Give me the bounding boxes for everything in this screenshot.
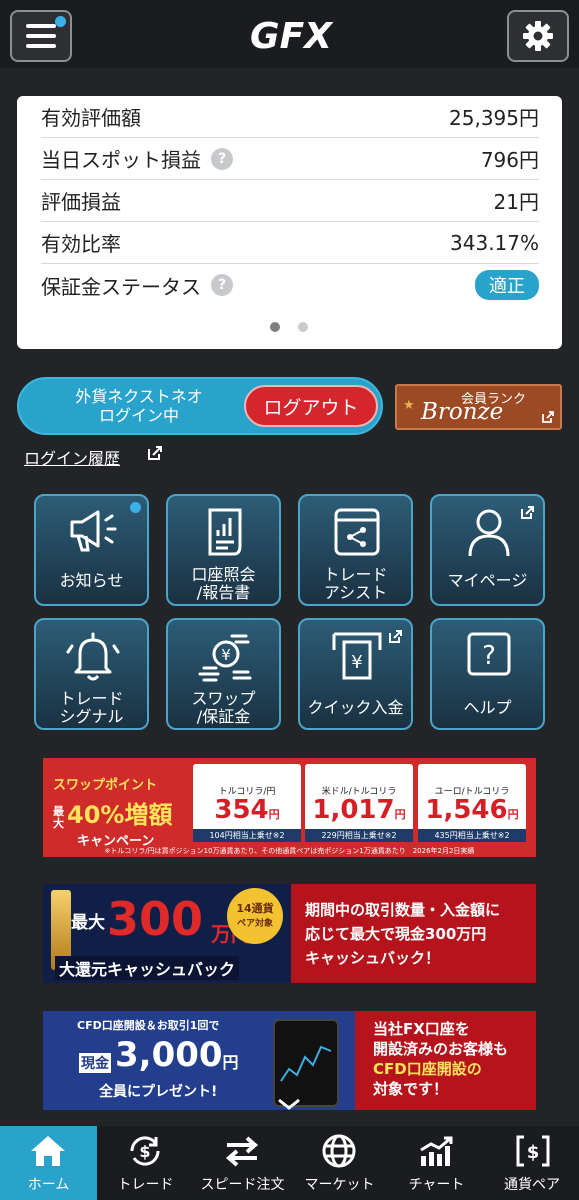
app-header: GFX (0, 0, 579, 68)
summary-label: 保証金ステータス (41, 274, 201, 299)
external-link-icon (389, 630, 402, 643)
tile-help[interactable]: ? ヘルプ (430, 618, 545, 730)
tab-speed-order[interactable]: スピード注文 (194, 1126, 291, 1200)
tab-market[interactable]: マーケット (291, 1126, 388, 1200)
tab-currency-pair[interactable]: $ 通貨ペア (485, 1126, 579, 1200)
tab-chart[interactable]: チャート (388, 1126, 485, 1200)
tile-news[interactable]: お知らせ (34, 494, 149, 606)
account-summary-card[interactable]: 有効評価額 25,395円 当日スポット損益? 796円 評価損益 21円 有効… (17, 96, 562, 349)
dollar-cycle-icon: $ (130, 1136, 160, 1166)
user-icon (468, 509, 510, 557)
bell-icon (66, 632, 120, 681)
summary-value: 25,395円 (449, 106, 539, 130)
star-icon: ★ (403, 398, 415, 413)
notification-dot (130, 502, 141, 513)
share-window-icon (334, 508, 380, 556)
summary-row-equity: 有効評価額 25,395円 (41, 96, 539, 138)
home-icon (31, 1136, 65, 1166)
page-indicator[interactable] (298, 322, 308, 332)
external-link-icon (521, 506, 534, 519)
swap-arrows-icon (225, 1136, 259, 1167)
summary-row-margin-ratio: 有効比率 343.17% (41, 222, 539, 264)
menu-button[interactable] (10, 10, 72, 62)
document-chart-icon (208, 508, 242, 556)
swap-box-eurtry: ユーロ/トルコリラ 1,546円 435円相当上乗せ※2 (418, 764, 526, 842)
summary-label: 有効評価額 (41, 106, 141, 130)
tab-home[interactable]: ホーム (0, 1126, 97, 1200)
swap-campaign-banner[interactable]: スワップポイント 最大 40%増額 キャンペーン トルコリラ/円 354円 10… (43, 758, 536, 857)
tile-swap-margin[interactable]: ¥ スワップ /保証金 (166, 618, 281, 730)
help-icon[interactable]: ? (211, 147, 233, 170)
menu-icon (26, 24, 56, 48)
settings-button[interactable] (507, 10, 569, 62)
cashback-banner[interactable]: 最大 300 万円 大還元キャッシュバック 14通貨 ペア対象 期間中の取引数量・… (43, 884, 536, 983)
banner-note: ※トルコリラ/円は買ポジション10万通貨あたり、その他通貨ペアは売ポジション1万… (104, 847, 475, 855)
summary-row-unrealized-pl: 評価損益 21円 (41, 180, 539, 222)
login-status-text: 外貨ネクストネオ ログイン中 (75, 387, 203, 425)
summary-value: 796円 (480, 148, 539, 172)
currency-bracket-icon: $ (516, 1135, 550, 1167)
bottom-tab-bar: ホーム $ トレード スピード注文 マーケット チャート $ 通貨ペア (0, 1126, 579, 1200)
summary-label: 評価損益 (41, 190, 121, 214)
tab-trade[interactable]: $ トレード (97, 1126, 194, 1200)
tile-trade-assist[interactable]: トレード アシスト (298, 494, 413, 606)
globe-icon (322, 1134, 356, 1168)
help-icon[interactable]: ? (211, 274, 233, 296)
summary-label: 当日スポット損益 (41, 148, 201, 172)
yen-coins-icon: ¥ (198, 634, 252, 682)
cfd-account-banner[interactable]: CFD口座開設＆お取引1回で 現金 3,000 円 全員にプレゼント! 当社FX… (43, 1011, 536, 1110)
login-history-link[interactable]: ログイン履歴 (24, 445, 120, 469)
svg-text:¥: ¥ (351, 652, 362, 673)
notification-dot (55, 16, 66, 27)
external-link-icon (542, 411, 554, 423)
summary-row-spot-pl: 当日スポット損益? 796円 (41, 138, 539, 180)
megaphone-icon (70, 510, 117, 552)
svg-text:GFX: GFX (250, 16, 334, 57)
swap-box-usdtry: 米ドル/トルコリラ 1,017円 229円相当上乗せ※2 (305, 764, 413, 842)
tile-trade-signal[interactable]: トレード シグナル (34, 618, 149, 730)
status-badge: 適正 (475, 270, 539, 300)
tile-mypage[interactable]: マイページ (430, 494, 545, 606)
gear-icon (523, 21, 553, 51)
svg-text:¥: ¥ (221, 646, 231, 664)
chart-icon (420, 1136, 453, 1166)
summary-value: 21円 (493, 190, 539, 214)
svg-text:?: ? (482, 641, 496, 671)
svg-text:$: $ (527, 1142, 540, 1163)
login-status-bar: 外貨ネクストネオ ログイン中 ログアウト (17, 377, 383, 435)
atm-yen-icon: ¥ (332, 632, 382, 680)
tile-quick-deposit[interactable]: ¥ クイック入金 (298, 618, 413, 730)
member-rank-button[interactable]: ★ 会員ランク Bronze (395, 384, 562, 430)
summary-row-margin-status: 保証金ステータス? 適正 (41, 264, 539, 306)
external-link-icon[interactable] (146, 444, 164, 462)
logout-button[interactable]: ログアウト (244, 385, 378, 427)
help-box-icon: ? (467, 632, 511, 676)
summary-label: 有効比率 (41, 232, 121, 256)
tile-account-report[interactable]: 口座照会 /報告書 (166, 494, 281, 606)
swap-box-tryjpy: トルコリラ/円 354円 104円相当上乗せ※2 (193, 764, 301, 842)
rank-value: Bronze (421, 399, 504, 425)
chevron-down-icon[interactable] (275, 1097, 303, 1111)
gfx-logo: GFX (250, 16, 334, 57)
svg-text:$: $ (139, 1142, 150, 1161)
summary-value: 343.17% (450, 230, 539, 255)
page-indicator-active[interactable] (270, 322, 280, 332)
